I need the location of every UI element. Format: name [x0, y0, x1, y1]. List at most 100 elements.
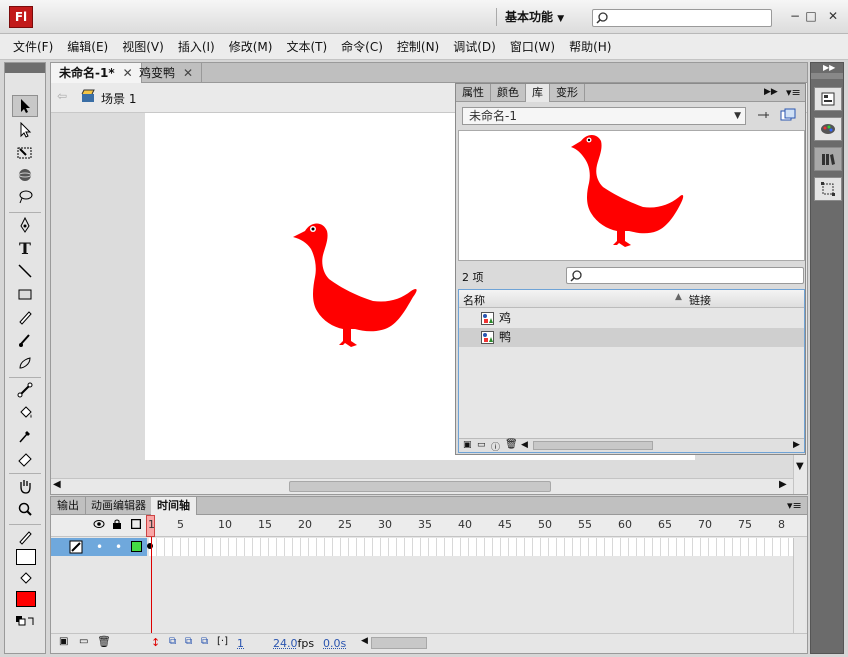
swap-colors-icon[interactable] — [12, 611, 38, 633]
tab-output[interactable]: 输出 — [51, 497, 86, 515]
selection-tool-icon[interactable] — [12, 95, 38, 117]
tab-timeline[interactable]: 时间轴 — [151, 497, 197, 515]
properties-panel-icon[interactable] — [814, 87, 842, 111]
new-folder-icon[interactable]: ▭ — [477, 440, 486, 450]
fill-color-icon[interactable] — [12, 568, 38, 590]
bone-tool-icon[interactable] — [12, 379, 38, 401]
menu-modify[interactable]: 修改(M) — [222, 38, 280, 55]
timeline-vertical-scrollbar[interactable] — [793, 538, 805, 633]
pencil-tool-icon[interactable] — [12, 306, 38, 328]
text-tool-icon[interactable]: T — [12, 237, 38, 259]
scroll-down-icon[interactable]: ▼ — [796, 461, 804, 472]
panel-menu-icon[interactable]: ▾≡ — [786, 86, 801, 99]
menu-insert[interactable]: 插入(I) — [171, 38, 222, 55]
expand-icon[interactable]: ▶▶ — [823, 63, 835, 72]
column-name[interactable]: 名称 — [463, 292, 485, 308]
scroll-thumb[interactable] — [533, 441, 653, 450]
menu-debug[interactable]: 调试(D) — [446, 38, 503, 55]
tab-untitled-1[interactable]: 未命名-1* ✕ — [51, 63, 142, 83]
onion-skin-icon[interactable]: ⧉ — [169, 636, 176, 647]
hand-tool-icon[interactable] — [12, 475, 38, 497]
new-symbol-icon[interactable]: ▣ — [463, 440, 472, 450]
menu-control[interactable]: 控制(N) — [390, 38, 446, 55]
modify-markers-icon[interactable]: [·] — [217, 636, 228, 647]
tab-transform[interactable]: 变形 — [550, 84, 585, 102]
close-icon[interactable]: ✕ — [183, 66, 193, 80]
transform-panel-icon[interactable] — [814, 177, 842, 201]
scroll-right-icon[interactable]: ▶ — [779, 479, 787, 490]
list-item[interactable]: 鸭 — [459, 328, 804, 347]
delete-icon[interactable]: 🗑 — [97, 635, 111, 648]
deco-tool-icon[interactable] — [12, 352, 38, 374]
panel-grip[interactable] — [5, 63, 45, 73]
back-arrow-icon[interactable]: ⇦ — [57, 89, 67, 103]
tab-motion-editor[interactable]: 动画编辑器 — [85, 497, 153, 515]
scroll-thumb[interactable] — [371, 637, 427, 649]
center-frame-icon[interactable]: ↕ — [151, 636, 160, 649]
menu-file[interactable]: 文件(F) — [6, 38, 60, 55]
zoom-tool-icon[interactable] — [12, 498, 38, 520]
menu-view[interactable]: 视图(V) — [115, 38, 171, 55]
library-search-input[interactable] — [566, 267, 804, 284]
layer-visible-dot[interactable]: • — [96, 540, 103, 554]
frame-rate[interactable]: 24.0fps — [273, 637, 314, 650]
rectangle-tool-icon[interactable] — [12, 283, 38, 305]
layer-outline-swatch[interactable] — [131, 541, 142, 552]
tab-color[interactable]: 颜色 — [491, 84, 526, 102]
layer-lock-dot[interactable]: • — [115, 540, 122, 554]
scene-label[interactable]: 场景 1 — [101, 90, 136, 107]
line-tool-icon[interactable] — [12, 260, 38, 282]
scroll-left-icon[interactable]: ◀ — [521, 440, 528, 450]
frame-strip[interactable] — [147, 538, 793, 556]
brush-tool-icon[interactable] — [12, 329, 38, 351]
menu-text[interactable]: 文本(T) — [279, 38, 334, 55]
library-panel-icon[interactable] — [814, 147, 842, 171]
menu-commands[interactable]: 命令(C) — [334, 38, 390, 55]
stroke-color-icon[interactable] — [12, 526, 38, 548]
scroll-left-icon[interactable]: ◀ — [53, 479, 61, 490]
paint-bucket-tool-icon[interactable] — [12, 402, 38, 424]
menu-window[interactable]: 窗口(W) — [503, 38, 562, 55]
properties-icon[interactable]: ⓘ — [491, 440, 500, 453]
3d-rotation-tool-icon[interactable] — [12, 164, 38, 186]
elapsed-time[interactable]: 0.0s — [323, 637, 346, 650]
color-panel-icon[interactable] — [814, 117, 842, 141]
horizontal-scrollbar[interactable]: ◀ ▶ — [51, 478, 793, 494]
menu-edit[interactable]: 编辑(E) — [60, 38, 115, 55]
new-folder-icon[interactable]: ▭ — [79, 636, 88, 647]
close-button[interactable]: ✕ — [824, 8, 842, 24]
dock-grip[interactable] — [811, 73, 843, 79]
eyedropper-tool-icon[interactable] — [12, 425, 38, 447]
sort-up-icon[interactable]: ▲ — [675, 292, 682, 302]
fill-color-swatch[interactable] — [16, 591, 36, 607]
collapse-icon[interactable]: ▶▶ — [764, 87, 778, 97]
eye-icon[interactable] — [93, 519, 105, 529]
tab-chicken-to-duck[interactable]: 鸡变鸭 ✕ — [131, 63, 203, 83]
subselection-tool-icon[interactable] — [12, 119, 38, 141]
current-frame[interactable]: 1 — [237, 637, 244, 650]
outline-icon[interactable] — [131, 519, 141, 529]
library-document-select[interactable]: 未命名-1 ▼ — [462, 107, 746, 125]
new-layer-icon[interactable]: ▣ — [59, 636, 68, 647]
eraser-tool-icon[interactable] — [12, 448, 38, 470]
stroke-color-swatch[interactable] — [16, 549, 36, 565]
scroll-thumb[interactable] — [289, 481, 551, 492]
maximize-button[interactable]: □ — [802, 8, 820, 24]
free-transform-tool-icon[interactable] — [12, 142, 38, 164]
panel-menu-icon[interactable]: ▾≡ — [787, 499, 802, 512]
layer-row[interactable]: • • — [51, 538, 147, 556]
new-library-panel-icon[interactable] — [780, 108, 796, 122]
onion-outline-icon[interactable]: ⧉ — [185, 636, 192, 647]
edit-multiple-frames-icon[interactable]: ⧉ — [201, 636, 208, 647]
help-search-input[interactable] — [592, 9, 772, 27]
menu-help[interactable]: 帮助(H) — [562, 38, 618, 55]
column-linkage[interactable]: 链接 — [689, 292, 711, 308]
list-item[interactable]: 鸡 — [459, 309, 804, 328]
lock-icon[interactable] — [112, 519, 122, 529]
tab-library[interactable]: 库 — [526, 84, 550, 102]
workspace-switcher[interactable]: 基本功能 ▼ — [496, 8, 564, 26]
scroll-right-icon[interactable]: ▶ — [793, 440, 800, 450]
keyframe-dot[interactable] — [147, 543, 153, 549]
scroll-left-icon[interactable]: ◀ — [361, 636, 368, 646]
delete-icon[interactable]: 🗑 — [505, 439, 518, 450]
